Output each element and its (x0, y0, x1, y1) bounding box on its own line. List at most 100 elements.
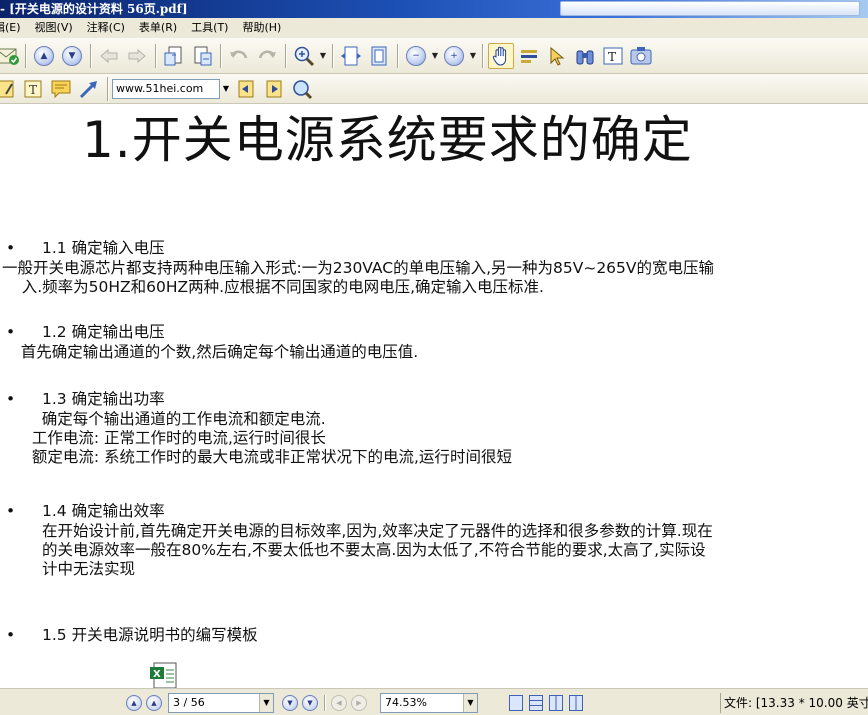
zoom-in-icon[interactable] (291, 43, 317, 69)
bullet: • (6, 390, 16, 408)
snapshot-icon[interactable] (628, 43, 654, 69)
title-bar-search-area (560, 1, 860, 16)
svg-text:T: T (608, 50, 616, 64)
forward-icon[interactable] (124, 43, 150, 69)
section-body: 确定每个输出通道的工作电流和额定电流. 工作电流: 正常工作时的电流,运行时间很… (31, 410, 512, 466)
hand-tool-icon[interactable] (488, 42, 514, 69)
toolbar-separator (324, 695, 325, 711)
toolbar-separator (25, 43, 26, 68)
menu-view[interactable]: 视图(V) (27, 18, 79, 38)
toolbar-separator (220, 43, 221, 68)
file-size-info: 文件: [13.33 * 10.00 英寸 (720, 693, 868, 713)
fit-page-icon[interactable] (366, 43, 392, 69)
next-page-icon[interactable]: ▼ (282, 695, 298, 711)
url-input[interactable]: www.51hei.com (112, 78, 220, 99)
page-number-value: 3 / 56 (173, 696, 205, 709)
prev-view-icon[interactable] (233, 76, 259, 102)
bullet: • (6, 323, 16, 341)
title-bar: - [开关电源的设计资料 56页.pdf] (0, 0, 868, 18)
page-number-field[interactable]: 3 / 56 ▼ (168, 693, 274, 713)
menu-help[interactable]: 帮助(H) (234, 18, 287, 38)
url-dropdown-arrow[interactable]: ▼ (220, 84, 232, 93)
section-heading: 1.2 确定输出电压 (42, 323, 165, 341)
continuous-page-icon[interactable] (529, 695, 543, 711)
zoom-out-circle-icon[interactable]: − (403, 43, 429, 69)
section-body: 在开始设计前,首先确定开关电源的目标效率,因为,效率决定了元器件的选择和很多参数… (42, 522, 713, 578)
page-layout-group (506, 693, 586, 713)
section-1-2: • 1.2 确定输出电压 首先确定输出通道的个数,然后确定每个输出通道的电压值. (0, 321, 868, 362)
document-title: 1.开关电源系统要求的确定 (82, 111, 693, 169)
excel-attachment-icon[interactable]: X (148, 661, 180, 688)
section-1-5: • 1.5 开关电源说明书的编写模板 (0, 624, 868, 646)
section-1-3: • 1.3 确定输出功率 确定每个输出通道的工作电流和额定电流. 工作电流: 正… (0, 388, 868, 467)
zoom-field[interactable]: 74.53% ▼ (380, 693, 478, 713)
text-box-icon[interactable]: T (600, 43, 626, 69)
zoom-dropdown-arrow[interactable]: ▼ (318, 51, 328, 60)
bullet: • (6, 502, 16, 520)
bullet: • (6, 626, 16, 644)
main-toolbar: ▲ ▼ ▼ − ▼ + ▼ T (0, 38, 868, 74)
facing-pages-icon[interactable] (549, 695, 563, 711)
section-body: 一般开关电源芯片都支持两种电压输入形式:一为230VAC的单电压输入,另一种为8… (2, 259, 715, 296)
status-bar: ▲ ▲ 3 / 56 ▼ ▼ ▼ ◀ ▶ 74.53% ▼ 文件: [13.33… (0, 688, 868, 715)
zoom-level-dropdown-arrow[interactable]: ▼ (463, 694, 477, 712)
window-title: - [开关电源的设计资料 56页.pdf] (0, 2, 188, 16)
back-nav-icon[interactable]: ◀ (331, 695, 347, 711)
toolbar-separator (285, 43, 286, 68)
zoom-value: 74.53% (385, 696, 427, 709)
back-icon[interactable] (96, 43, 122, 69)
menu-comment[interactable]: 注释(C) (79, 18, 131, 38)
comment-icon[interactable] (48, 76, 74, 102)
undo-icon[interactable] (226, 43, 252, 69)
section-heading: 1.5 开关电源说明书的编写模板 (42, 626, 258, 644)
arrow-icon[interactable] (76, 76, 102, 102)
secondary-toolbar: T www.51hei.com ▼ (0, 74, 868, 104)
section-body: 首先确定输出通道的个数,然后确定每个输出通道的电压值. (6, 343, 419, 361)
svg-text:T: T (29, 83, 37, 97)
section-heading: 1.1 确定输入电压 (42, 239, 165, 257)
bullet: • (6, 239, 16, 257)
menu-edit[interactable]: 辑(E) (0, 18, 27, 38)
zoom-out-dropdown-arrow[interactable]: ▼ (430, 51, 440, 60)
toolbar-separator (155, 43, 156, 68)
zoom-in-circle-icon[interactable]: + (441, 43, 467, 69)
zoom-in-dropdown-arrow[interactable]: ▼ (468, 51, 478, 60)
pointer-icon[interactable] (544, 43, 570, 69)
nav-first-group: ▲ ▲ (124, 693, 164, 713)
toolbar-separator (107, 76, 108, 101)
select-text-icon[interactable] (516, 43, 542, 69)
page-up-icon[interactable]: ▲ (31, 43, 57, 69)
nav-next-group: ▼ ▼ ◀ ▶ (280, 693, 369, 713)
toolbar-separator (397, 43, 398, 68)
fit-width-icon[interactable] (338, 43, 364, 69)
first-page-icon[interactable]: ▲ (126, 695, 142, 711)
menu-form[interactable]: 表单(R) (131, 18, 183, 38)
toolbar-separator (90, 43, 91, 68)
continuous-facing-icon[interactable] (569, 695, 583, 711)
section-1-4: • 1.4 确定输出效率 在开始设计前,首先确定开关电源的目标效率,因为,效率决… (0, 500, 868, 579)
email-icon[interactable] (0, 43, 20, 69)
page-down-icon[interactable]: ▼ (59, 43, 85, 69)
note-icon[interactable] (0, 76, 18, 102)
last-page-icon[interactable]: ▼ (302, 695, 318, 711)
next-view-icon[interactable] (261, 76, 287, 102)
section-1-1: • 1.1 确定输入电压 一般开关电源芯片都支持两种电压输入形式:一为230VA… (0, 237, 868, 297)
typewriter-icon[interactable]: T (20, 76, 46, 102)
redo-icon[interactable] (254, 43, 280, 69)
page-dropdown-arrow[interactable]: ▼ (259, 694, 273, 712)
document-page: 1.开关电源系统要求的确定 • 1.1 确定输入电压 一般开关电源芯片都支持两种… (0, 104, 868, 688)
forward-nav-icon[interactable]: ▶ (351, 695, 367, 711)
menu-bar: 辑(E) 视图(V) 注释(C) 表单(R) 工具(T) 帮助(H) (0, 18, 868, 38)
section-heading: 1.3 确定输出功率 (42, 390, 165, 408)
menu-tools[interactable]: 工具(T) (183, 18, 234, 38)
toolbar-separator (332, 43, 333, 68)
extract-page-icon[interactable] (161, 43, 187, 69)
single-page-icon[interactable] (509, 695, 523, 711)
search-web-icon[interactable] (289, 76, 315, 102)
insert-page-icon[interactable] (189, 43, 215, 69)
binoculars-icon[interactable] (572, 43, 598, 69)
section-heading: 1.4 确定输出效率 (42, 502, 165, 520)
prev-page-icon[interactable]: ▲ (146, 695, 162, 711)
toolbar-separator (482, 43, 483, 68)
svg-text:X: X (153, 669, 161, 680)
